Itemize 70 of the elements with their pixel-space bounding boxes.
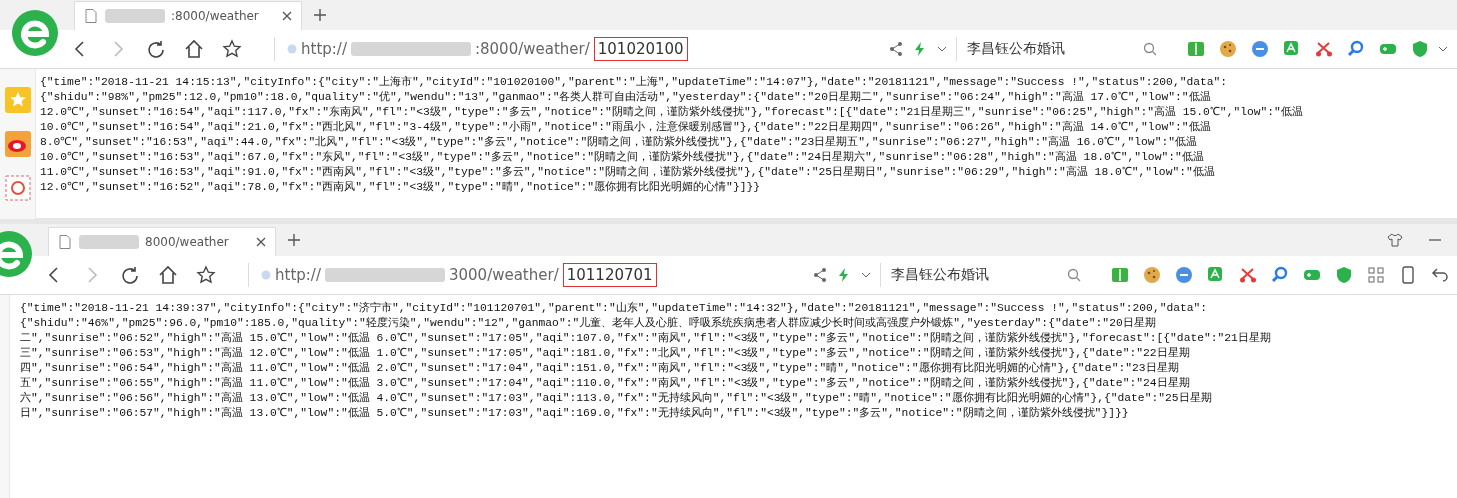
new-tab-icon[interactable] — [312, 7, 328, 23]
translate-icon[interactable] — [1207, 266, 1225, 284]
magnifier-icon[interactable] — [1347, 40, 1365, 58]
book-icon[interactable] — [1187, 40, 1205, 58]
url-path: 3000/weather/ — [448, 266, 559, 284]
translate-icon[interactable] — [1283, 40, 1301, 58]
browser-tab[interactable]: :8000/weather — [74, 1, 302, 30]
json-text-line: 11.0℃","sunset":"16:53","aqi":91.0,"fx":"西南风","fl":"<3级","type":"多云","notice":"阴晴之间，谨防紫外线侵扰"},{"date":"25日星期日","sunrise":"06:29","high":"高温 18.0℃","low":"低温 — [40, 165, 1216, 180]
browser-tab[interactable]: 8000/weather — [48, 227, 276, 256]
address-bar[interactable]: http:// :8000/weather/ 101020100 — [274, 37, 688, 61]
highlighted-city-id: 101020100 — [593, 37, 688, 61]
json-text-line: 四","sunrise":"06:54","high":"高温 11.0℃","low":"低温 2.0℃","sunset":"17:04","aqi":151.0,"fx":"南风","fl":"<3级","type":"晴","notice":"愿你拥有比阳光明媚的心情"},{"date":"23日星期 — [20, 361, 1180, 376]
redaction-block — [79, 235, 139, 249]
json-text-line: 日","sunrise":"06:57","high":"高温 13.0℃","low":"低温 5.0℃","sunset":"17:03","aqi":169.0,"fx":"无持续风向","fl":"<3级","type":"多云","notice":"阴晴之间，谨防紫外线侵扰"}]}} — [20, 406, 1130, 421]
phone-icon[interactable] — [1399, 266, 1417, 284]
address-bar[interactable]: http:// 3000/weather/ 101120701 — [248, 263, 657, 287]
page-icon — [83, 8, 99, 24]
json-text-line: {"time":"2018-11-21 14:15:13","cityInfo":{"city":"上海市","cityId":"101020100","parent":"上海","updateTime":"14:07"},"date":"20181121","message":"Success !","status":200,"data": — [40, 75, 1229, 90]
eye-logo-icon[interactable] — [4, 131, 31, 157]
reload-icon[interactable] — [146, 39, 166, 59]
highlighted-city-id: 101120701 — [562, 263, 657, 287]
json-text-line: 二","sunrise":"06:52","high":"高温 15.0℃","low":"低温 6.0℃","sunset":"17:05","aqi":107.0,"fx":"南风","fl":"<3级","type":"多云","notice":"阴晴之间，谨防紫外线侵扰"},"forecast":[{"date":"21日星期 — [20, 331, 1271, 346]
tab-title: 8000/weather — [145, 235, 230, 249]
page-icon — [57, 234, 73, 250]
globe-icon — [287, 44, 297, 54]
redaction-block — [105, 9, 165, 23]
globe-icon — [261, 270, 271, 280]
shield-icon[interactable] — [1411, 40, 1429, 58]
json-text-line: 12.0℃","sunset":"16:54","aqi":117.0,"fx":"东南风","fl":"<3级","type":"多云","notice":"阴晴之间，谨防紫外线侵扰"},"forecast":[{"date":"21日星期三","sunrise":"06:25","high":"高温 15.0℃","low":"低温 — [40, 105, 1303, 120]
reload-icon[interactable] — [120, 265, 140, 285]
cookie-icon[interactable] — [1219, 40, 1237, 58]
cookie-icon[interactable] — [1143, 266, 1161, 284]
close-icon[interactable] — [255, 236, 267, 248]
search-field[interactable]: 李昌钰公布婚讯 — [956, 37, 1163, 61]
shield-icon[interactable] — [1335, 266, 1353, 284]
json-text-line: 六","sunrise":"06:56","high":"高温 13.0℃","low":"低温 4.0℃","sunset":"17:03","aqi":113.0,"fx":"无持续风向","fl":"<3级","type":"晴","notice":"愿你拥有比阳光明媚的心情"},{"date":"25日星期 — [20, 391, 1213, 406]
minus-circle-icon[interactable] — [1175, 266, 1193, 284]
scissors-icon[interactable] — [1315, 40, 1333, 58]
scissors-icon[interactable] — [1239, 266, 1257, 284]
url-path: :8000/weather/ — [474, 40, 590, 58]
share-icon[interactable] — [888, 41, 904, 57]
url-scheme: http:// — [275, 266, 321, 284]
json-text-line: 8.0℃","sunset":"16:53","aqi":44.0,"fx":"北风","fl":"<3级","type":"多云","notice":"阴晴之间，谨防紫外线侵扰"},{"date":"23日星期五","sunrise":"06:27","high":"高温 16.0℃","low":"低温 — [40, 135, 1198, 150]
search-icon[interactable] — [1067, 268, 1081, 282]
json-text-line: {"shidu":"98%","pm25":12.0,"pm10":18.0,"quality":"优","wendu":"13","ganmao":"各类人群可自由活动","yesterday":{"date":"20日星期二","sunrise":"06:24","high":"高温 17.0℃","low":"低温 — [40, 90, 1212, 105]
shirt-icon[interactable] — [1387, 232, 1403, 248]
json-text-line: {"time":"2018-11-21 14:39:37","cityInfo":{"city":"济宁市","cityId":"101120701","parent":"山东","updateTime":"14:32"},"date":"20181121","message":"Success !","status":200,"data": — [20, 301, 1209, 316]
url-scheme: http:// — [301, 40, 347, 58]
grid-icon[interactable] — [1367, 266, 1385, 284]
json-text-line: 10.0℃","sunset":"16:53","aqi":67.0,"fx":"东风","fl":"<3级","type":"多云","notice":"阴晴之间，谨防紫外线侵扰"},{"date":"24日星期六","sunrise":"06:28","high":"高温 18.0℃","low":"低温 — [40, 150, 1205, 165]
home-icon[interactable] — [158, 265, 178, 285]
share-icon[interactable] — [812, 267, 828, 283]
mail-icon[interactable] — [4, 175, 31, 201]
json-text-line: 12.0℃","sunset":"16:52","aqi":78.0,"fx":"西南风","fl":"<3级","type":"晴","notice":"愿你拥有比阳光明媚的心情"}]}} — [40, 180, 761, 195]
search-field[interactable]: 李昌钰公布婚讯 — [880, 263, 1087, 287]
close-icon[interactable] — [281, 10, 293, 22]
book-icon[interactable] — [1111, 266, 1129, 284]
new-tab-icon[interactable] — [286, 232, 302, 248]
tab-title: :8000/weather — [171, 9, 260, 23]
bookmark-star-icon[interactable] — [196, 265, 216, 285]
json-text-line: {"shidu":"46%","pm25":96.0,"pm10":185.0,"quality":"轻度污染","wendu":"12","ganmao":"儿童、老年人及心脏、呼吸系统疾病患者人群应减少长时间或高强度户外锻炼","yesterday":{"date":"20日星期 — [20, 316, 1157, 331]
bookmark-star-icon[interactable] — [222, 39, 242, 59]
search-icon[interactable] — [1143, 42, 1157, 56]
magnifier-icon[interactable] — [1271, 266, 1289, 284]
minus-circle-icon[interactable] — [1251, 40, 1269, 58]
undo-arrow-icon[interactable] — [1431, 266, 1449, 284]
home-icon[interactable] — [184, 39, 204, 59]
json-text-line: 10.0℃","sunset":"16:54","aqi":21.0,"fx":"西北风","fl":"3-4级","type":"小雨","notice":"雨虽小，注意保暖别感冒"},{"date":"22日星期四","sunrise":"06:26","high":"高温 14.0℃","low":"低温 — [40, 120, 1212, 135]
json-text-line: 三","sunrise":"06:53","high":"高温 12.0℃","low":"低温 1.0℃","sunset":"17:05","aqi":181.0,"fx":"北风","fl":"<3级","type":"多云","notice":"阴晴之间，谨防紫外线侵扰"},{"date":"22日星期 — [20, 346, 1191, 361]
json-text-line: 五","sunrise":"06:55","high":"高温 11.0℃","low":"低温 3.0℃","sunset":"17:04","aqi":110.0,"fx":"南风","fl":"<3级","type":"多云","notice":"阴晴之间，谨防紫外线侵扰"},{"date":"24日星期 — [20, 376, 1191, 391]
